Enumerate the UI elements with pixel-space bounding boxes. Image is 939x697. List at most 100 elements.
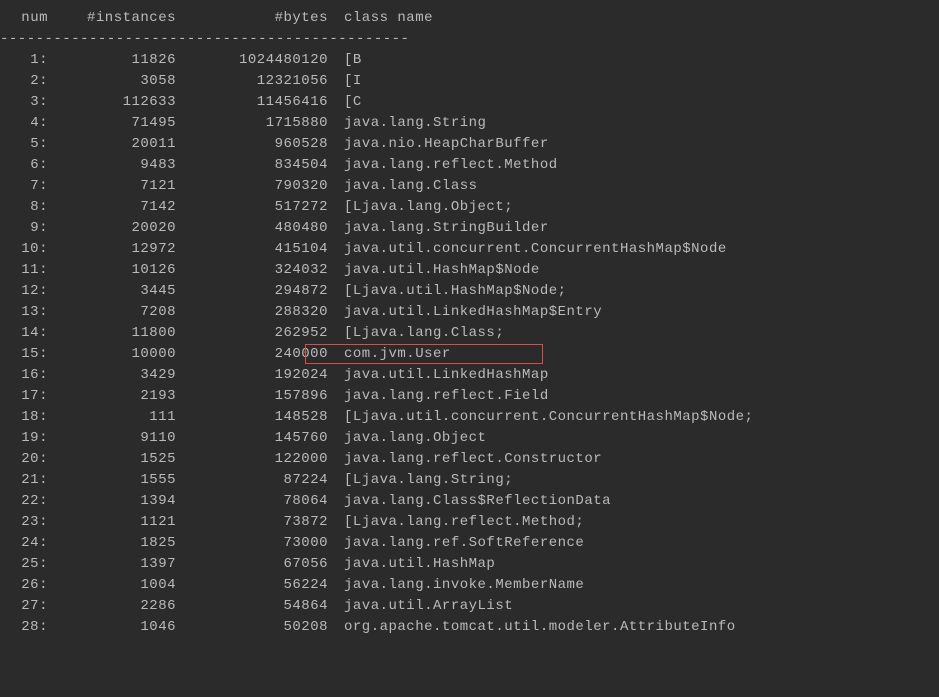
cell-num: 21: xyxy=(0,470,48,491)
cell-bytes: 960528 xyxy=(176,134,328,155)
cell-classname: java.util.ArrayList xyxy=(328,596,513,617)
cell-num: 24: xyxy=(0,533,48,554)
table-row: 19:9110145760java.lang.Object xyxy=(0,428,939,449)
table-row: 25:139767056java.util.HashMap xyxy=(0,554,939,575)
cell-bytes: 145760 xyxy=(176,428,328,449)
cell-classname: java.util.HashMap xyxy=(328,554,495,575)
cell-instances: 10000 xyxy=(48,344,176,365)
cell-classname: java.util.concurrent.ConcurrentHashMap$N… xyxy=(328,239,727,260)
cell-num: 4: xyxy=(0,113,48,134)
cell-instances: 1046 xyxy=(48,617,176,638)
cell-num: 22: xyxy=(0,491,48,512)
cell-instances: 9110 xyxy=(48,428,176,449)
table-row: 14:11800262952[Ljava.lang.Class; xyxy=(0,323,939,344)
cell-num: 28: xyxy=(0,617,48,638)
table-row: 17:2193157896java.lang.reflect.Field xyxy=(0,386,939,407)
cell-classname: java.lang.reflect.Field xyxy=(328,386,549,407)
cell-bytes: 324032 xyxy=(176,260,328,281)
cell-instances: 10126 xyxy=(48,260,176,281)
cell-instances: 71495 xyxy=(48,113,176,134)
cell-bytes: 148528 xyxy=(176,407,328,428)
table-row: 10:12972415104java.util.concurrent.Concu… xyxy=(0,239,939,260)
table-row: 7:7121790320java.lang.Class xyxy=(0,176,939,197)
cell-bytes: 56224 xyxy=(176,575,328,596)
cell-classname: java.lang.reflect.Method xyxy=(328,155,558,176)
cell-instances: 1397 xyxy=(48,554,176,575)
cell-num: 9: xyxy=(0,218,48,239)
cell-instances: 20020 xyxy=(48,218,176,239)
cell-num: 13: xyxy=(0,302,48,323)
cell-instances: 1825 xyxy=(48,533,176,554)
table-row: 11:10126324032java.util.HashMap$Node xyxy=(0,260,939,281)
table-row: 13:7208288320java.util.LinkedHashMap$Ent… xyxy=(0,302,939,323)
cell-num: 3: xyxy=(0,92,48,113)
header-bytes: #bytes xyxy=(176,8,328,29)
table-row: 1:118261024480120[B xyxy=(0,50,939,71)
cell-instances: 9483 xyxy=(48,155,176,176)
cell-instances: 1121 xyxy=(48,512,176,533)
cell-bytes: 517272 xyxy=(176,197,328,218)
cell-bytes: 294872 xyxy=(176,281,328,302)
cell-num: 8: xyxy=(0,197,48,218)
cell-classname: org.apache.tomcat.util.modeler.Attribute… xyxy=(328,617,736,638)
cell-classname: [Ljava.lang.Object; xyxy=(328,197,513,218)
table-row: 27:228654864java.util.ArrayList xyxy=(0,596,939,617)
cell-bytes: 262952 xyxy=(176,323,328,344)
cell-instances: 2193 xyxy=(48,386,176,407)
cell-classname: java.lang.reflect.Constructor xyxy=(328,449,602,470)
cell-classname: [Ljava.util.concurrent.ConcurrentHashMap… xyxy=(328,407,753,428)
cell-classname: java.lang.Class xyxy=(328,176,478,197)
cell-num: 26: xyxy=(0,575,48,596)
table-row: 22:139478064java.lang.Class$ReflectionDa… xyxy=(0,491,939,512)
cell-bytes: 288320 xyxy=(176,302,328,323)
cell-num: 23: xyxy=(0,512,48,533)
cell-classname: java.util.LinkedHashMap$Entry xyxy=(328,302,602,323)
cell-bytes: 67056 xyxy=(176,554,328,575)
cell-instances: 2286 xyxy=(48,596,176,617)
table-row: 2:305812321056[I xyxy=(0,71,939,92)
cell-classname: java.lang.Object xyxy=(328,428,486,449)
cell-classname: java.lang.StringBuilder xyxy=(328,218,549,239)
table-row: 3:11263311456416[C xyxy=(0,92,939,113)
table-row: 12:3445294872[Ljava.util.HashMap$Node; xyxy=(0,281,939,302)
cell-num: 19: xyxy=(0,428,48,449)
table-row: 24:182573000java.lang.ref.SoftReference xyxy=(0,533,939,554)
cell-classname: [C xyxy=(328,92,362,113)
header-instances: #instances xyxy=(48,8,176,29)
cell-instances: 111 xyxy=(48,407,176,428)
cell-num: 27: xyxy=(0,596,48,617)
cell-classname: java.lang.Class$ReflectionData xyxy=(328,491,611,512)
cell-classname: com.jvm.User xyxy=(328,344,451,365)
cell-classname: java.lang.ref.SoftReference xyxy=(328,533,584,554)
cell-num: 11: xyxy=(0,260,48,281)
table-row: 15:10000240000com.jvm.User xyxy=(0,344,939,365)
cell-num: 18: xyxy=(0,407,48,428)
table-row: 8:7142517272[Ljava.lang.Object; xyxy=(0,197,939,218)
header-num: num xyxy=(0,8,48,29)
cell-bytes: 54864 xyxy=(176,596,328,617)
cell-instances: 3058 xyxy=(48,71,176,92)
cell-instances: 12972 xyxy=(48,239,176,260)
cell-instances: 1525 xyxy=(48,449,176,470)
cell-bytes: 12321056 xyxy=(176,71,328,92)
cell-classname: java.util.HashMap$Node xyxy=(328,260,540,281)
cell-classname: [Ljava.lang.Class; xyxy=(328,323,504,344)
cell-num: 6: xyxy=(0,155,48,176)
cell-bytes: 1715880 xyxy=(176,113,328,134)
cell-bytes: 157896 xyxy=(176,386,328,407)
cell-num: 10: xyxy=(0,239,48,260)
table-row: 18:111148528[Ljava.util.concurrent.Concu… xyxy=(0,407,939,428)
cell-num: 12: xyxy=(0,281,48,302)
cell-num: 2: xyxy=(0,71,48,92)
cell-instances: 11826 xyxy=(48,50,176,71)
cell-bytes: 240000 xyxy=(176,344,328,365)
table-row: 9:20020480480java.lang.StringBuilder xyxy=(0,218,939,239)
table-row: 23:112173872[Ljava.lang.reflect.Method; xyxy=(0,512,939,533)
header-classname: class name xyxy=(328,8,433,29)
histogram-rows: 1:118261024480120[B2:305812321056[I3:112… xyxy=(0,50,939,638)
cell-bytes: 415104 xyxy=(176,239,328,260)
cell-bytes: 11456416 xyxy=(176,92,328,113)
cell-num: 16: xyxy=(0,365,48,386)
cell-bytes: 192024 xyxy=(176,365,328,386)
cell-num: 25: xyxy=(0,554,48,575)
